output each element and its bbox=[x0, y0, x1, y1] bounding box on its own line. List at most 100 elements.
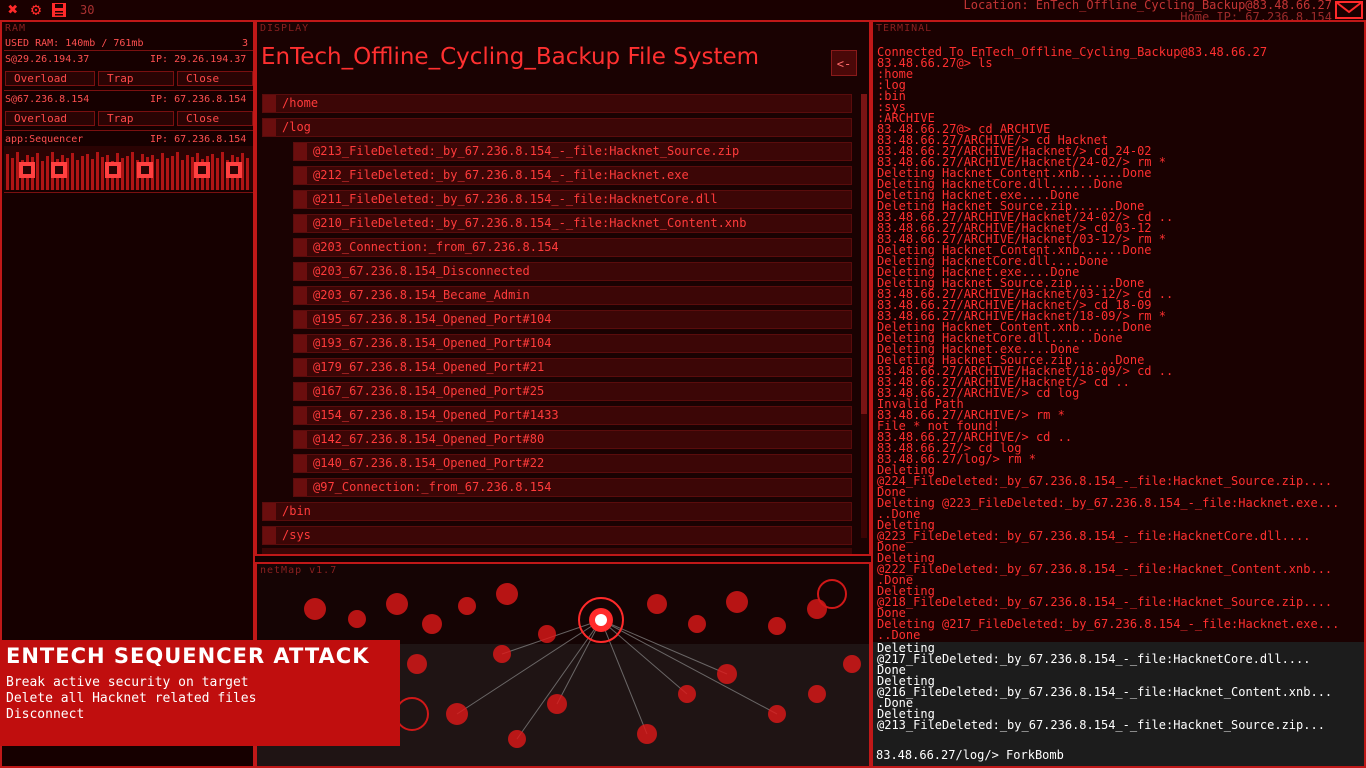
terminal-line: :log bbox=[877, 78, 906, 92]
mission-objective: Break active security on target bbox=[6, 675, 249, 690]
overload-button[interactable]: Overload bbox=[5, 111, 95, 126]
ram-panel-label: RAM bbox=[5, 23, 27, 34]
close-button[interactable]: Close bbox=[177, 71, 253, 86]
terminal-line: ..Done bbox=[877, 507, 921, 521]
file-tab bbox=[294, 263, 307, 280]
folder-list-overflow bbox=[262, 548, 852, 554]
settings-gear-icon[interactable]: ⚙ bbox=[27, 1, 45, 19]
terminal-line: .Done bbox=[877, 696, 914, 710]
terminal-line: Deleting @217_FileDeleted:_by_67.236.8.1… bbox=[877, 617, 1340, 631]
folder-label: /log bbox=[282, 120, 311, 134]
app-ip: IP: 67.236.8.154 bbox=[150, 134, 247, 145]
display-panel-label: DISPLAY bbox=[260, 23, 310, 34]
process-ip: IP: 29.26.194.37 bbox=[150, 54, 247, 65]
terminal-recent-output: Deleting @217_FileDeleted:_by_67.236.8.15… bbox=[877, 642, 1364, 732]
mail-icon[interactable] bbox=[1334, 0, 1364, 20]
folder-tab bbox=[263, 527, 276, 544]
log-file-item[interactable]: @140_67.236.8.154_Opened_Port#22 bbox=[293, 454, 852, 473]
terminal-panel-label: TERMINAL bbox=[876, 23, 933, 34]
terminal-line: Done bbox=[877, 540, 906, 554]
terminal-line: @216_FileDeleted:_by_67.236.8.154_-_file… bbox=[877, 685, 1333, 699]
ram-divider bbox=[4, 90, 253, 91]
log-file-item[interactable]: @203_67.236.8.154_Became_Admin bbox=[293, 286, 852, 305]
log-file-item[interactable]: @142_67.236.8.154_Opened_Port#80 bbox=[293, 430, 852, 449]
process-name: S@29.26.194.37 bbox=[5, 54, 90, 65]
file-label: @210_FileDeleted:_by_67.236.8.154_-_file… bbox=[313, 216, 747, 230]
terminal-line: :bin bbox=[877, 89, 906, 103]
scrollbar-thumb[interactable] bbox=[861, 94, 867, 414]
sequencer-visualizer bbox=[4, 146, 253, 190]
ram-divider bbox=[4, 130, 253, 131]
folder-label: /bin bbox=[282, 504, 311, 518]
file-label: @154_67.236.8.154_Opened_Port#1433 bbox=[313, 408, 559, 422]
save-icon[interactable] bbox=[50, 1, 68, 19]
terminal-line: 83.48.66.27@> ls bbox=[877, 56, 993, 70]
folder-bin[interactable]: /bin bbox=[262, 502, 852, 521]
file-tab bbox=[294, 383, 307, 400]
file-label: @203_Connection:_from_67.236.8.154 bbox=[313, 240, 559, 254]
exit-icon[interactable]: ✖ bbox=[4, 1, 22, 19]
process-ip: IP: 67.236.8.154 bbox=[150, 94, 247, 105]
log-file-item[interactable]: @154_67.236.8.154_Opened_Port#1433 bbox=[293, 406, 852, 425]
log-file-item[interactable]: @97_Connection:_from_67.236.8.154 bbox=[293, 478, 852, 497]
log-file-item[interactable]: @179_67.236.8.154_Opened_Port#21 bbox=[293, 358, 852, 377]
trap-button[interactable]: Trap bbox=[98, 111, 174, 126]
log-file-item[interactable]: @210_FileDeleted:_by_67.236.8.154_-_file… bbox=[293, 214, 852, 233]
file-label: @167_67.236.8.154_Opened_Port#25 bbox=[313, 384, 545, 398]
file-label: @213_FileDeleted:_by_67.236.8.154_-_file… bbox=[313, 144, 740, 158]
log-file-item[interactable]: @195_67.236.8.154_Opened_Port#104 bbox=[293, 310, 852, 329]
terminal-input[interactable]: 83.48.66.27/log/> ForkBomb bbox=[876, 748, 1064, 762]
terminal-line: .Done bbox=[877, 573, 914, 587]
process-name: S@67.236.8.154 bbox=[5, 94, 90, 105]
terminal-line: ..Done bbox=[877, 628, 921, 642]
mission-overlay: ENTECH SEQUENCER ATTACK Break active sec… bbox=[0, 640, 400, 746]
log-file-item[interactable]: @212_FileDeleted:_by_67.236.8.154_-_file… bbox=[293, 166, 852, 185]
file-tab bbox=[294, 407, 307, 424]
app-name: app:Sequencer bbox=[5, 134, 84, 145]
file-tab bbox=[294, 143, 307, 160]
folder-tab bbox=[263, 503, 276, 520]
folder-log[interactable]: /log bbox=[262, 118, 852, 137]
back-button[interactable]: <- bbox=[831, 50, 857, 76]
file-label: @212_FileDeleted:_by_67.236.8.154_-_file… bbox=[313, 168, 689, 182]
sequencer-bars bbox=[6, 152, 249, 190]
terminal-line: @213_FileDeleted:_by_67.236.8.154_-_file… bbox=[877, 718, 1325, 732]
file-label: @142_67.236.8.154_Opened_Port#80 bbox=[313, 432, 545, 446]
log-file-item[interactable]: @167_67.236.8.154_Opened_Port#25 bbox=[293, 382, 852, 401]
file-label: @203_67.236.8.154_Disconnected bbox=[313, 264, 530, 278]
folder-tab bbox=[263, 95, 276, 112]
file-tab bbox=[294, 191, 307, 208]
terminal-panel[interactable]: TERMINAL Connected To EnTech_Offline_Cyc… bbox=[871, 20, 1366, 768]
file-tab bbox=[294, 215, 307, 232]
ram-process-count: 3 bbox=[242, 38, 249, 49]
file-label: @193_67.236.8.154_Opened_Port#104 bbox=[313, 336, 552, 350]
overload-button[interactable]: Overload bbox=[5, 71, 95, 86]
log-file-item[interactable]: @193_67.236.8.154_Opened_Port#104 bbox=[293, 334, 852, 353]
trap-button[interactable]: Trap bbox=[98, 71, 174, 86]
terminal-line: @222_FileDeleted:_by_67.236.8.154_-_file… bbox=[877, 562, 1333, 576]
log-file-item[interactable]: @203_Connection:_from_67.236.8.154 bbox=[293, 238, 852, 257]
folder-sys[interactable]: /sys bbox=[262, 526, 852, 545]
file-label: @203_67.236.8.154_Became_Admin bbox=[313, 288, 530, 302]
file-tab bbox=[294, 287, 307, 304]
file-tab bbox=[294, 335, 307, 352]
terminal-output: Connected To EnTech_Offline_Cycling_Back… bbox=[877, 46, 1364, 642]
file-label: @179_67.236.8.154_Opened_Port#21 bbox=[313, 360, 545, 374]
clock-counter: 30 bbox=[80, 3, 95, 17]
terminal-line: @217_FileDeleted:_by_67.236.8.154_-_file… bbox=[877, 652, 1311, 666]
ram-divider bbox=[4, 50, 253, 51]
file-tab bbox=[294, 167, 307, 184]
terminal-line: :home bbox=[877, 67, 914, 81]
close-button[interactable]: Close bbox=[177, 111, 253, 126]
folder-home[interactable]: /home bbox=[262, 94, 852, 113]
log-file-item[interactable]: @211_FileDeleted:_by_67.236.8.154_-_file… bbox=[293, 190, 852, 209]
log-file-item[interactable]: @203_67.236.8.154_Disconnected bbox=[293, 262, 852, 281]
log-file-item[interactable]: @213_FileDeleted:_by_67.236.8.154_-_file… bbox=[293, 142, 852, 161]
file-tab bbox=[294, 239, 307, 256]
terminal-line: 83.48.66.27/log/> rm * bbox=[877, 452, 1036, 466]
folder-tab bbox=[263, 119, 276, 136]
terminal-line: :sys bbox=[877, 100, 906, 114]
ram-divider bbox=[4, 192, 253, 193]
terminal-line: @223_FileDeleted:_by_67.236.8.154_-_file… bbox=[877, 529, 1311, 543]
ram-usage-text: USED RAM: 140mb / 761mb bbox=[5, 38, 144, 49]
